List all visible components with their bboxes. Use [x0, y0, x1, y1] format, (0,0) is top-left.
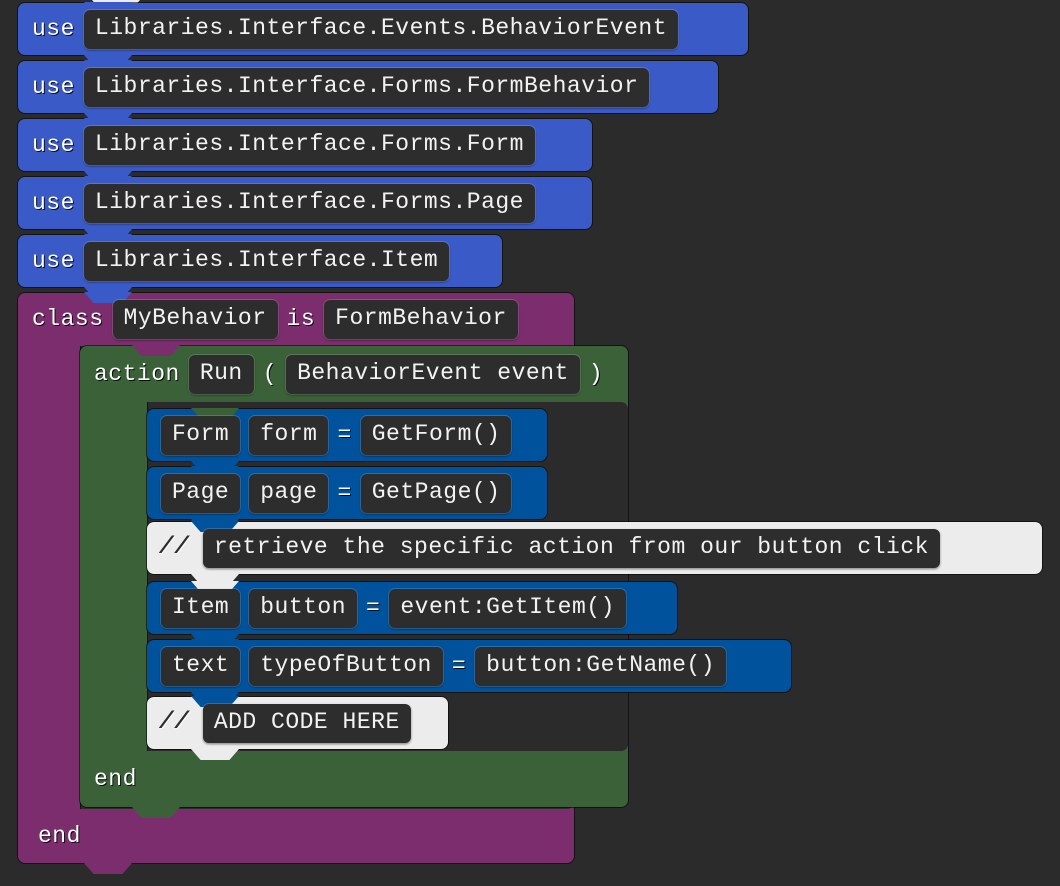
assignment-operator: =	[337, 479, 352, 506]
use-statement-block[interactable]: use Libraries.Interface.Events.BehaviorE…	[18, 2, 748, 66]
use-keyword: use	[32, 189, 75, 216]
assignment-type-field[interactable]: Page	[161, 473, 241, 513]
action-keyword: action	[94, 360, 180, 387]
assignment-expression-field[interactable]: GetForm()	[360, 415, 512, 455]
assignment-expression-field[interactable]: event:GetItem()	[389, 588, 626, 628]
comment-marker-icon: //	[159, 534, 190, 561]
assignment-variable-field[interactable]: button	[249, 588, 358, 628]
comment-block[interactable]: // retrieve the specific action from our…	[147, 521, 1042, 585]
use-statement-block[interactable]: use Libraries.Interface.Forms.FormBehavi…	[18, 60, 718, 124]
use-path-field[interactable]: Libraries.Interface.Forms.FormBehavior	[83, 67, 650, 107]
class-end-keyword: end	[38, 822, 81, 849]
action-parameters-field[interactable]: BehaviorEvent event	[286, 354, 580, 394]
assignment-expression-field[interactable]: button:GetName()	[475, 646, 727, 686]
assignment-operator: =	[366, 594, 381, 621]
class-keyword: class	[32, 306, 104, 332]
assignment-type-field[interactable]: Form	[161, 415, 241, 455]
assignment-block[interactable]: Page page = GetPage()	[147, 466, 547, 530]
assignment-block[interactable]: text typeOfButton = button:GetName()	[147, 639, 791, 703]
action-name-field[interactable]: Run	[188, 354, 254, 394]
assignment-variable-field[interactable]: page	[249, 473, 329, 513]
use-keyword: use	[32, 247, 75, 274]
comment-text-field[interactable]: ADD CODE HERE	[202, 703, 411, 743]
is-keyword: is	[286, 306, 316, 332]
comment-text-field[interactable]: retrieve the specific action from our bu…	[202, 528, 940, 568]
assignment-type-field[interactable]: text	[161, 646, 241, 686]
close-paren: )	[588, 360, 604, 387]
assignment-operator: =	[337, 421, 352, 448]
comment-block[interactable]: // ADD CODE HERE	[147, 696, 448, 760]
open-paren: (	[262, 360, 278, 387]
use-keyword: use	[32, 131, 75, 158]
assignment-operator: =	[451, 652, 467, 679]
comment-marker-icon: //	[159, 709, 190, 736]
use-path-field[interactable]: Libraries.Interface.Events.BehaviorEvent	[83, 9, 679, 49]
use-path-field[interactable]: Libraries.Interface.Item	[83, 241, 450, 281]
use-statement-block[interactable]: use Libraries.Interface.Forms.Page	[18, 176, 592, 240]
assignment-block[interactable]: Form form = GetForm()	[147, 408, 547, 472]
class-name-field[interactable]: MyBehavior	[112, 300, 278, 339]
use-statement-block[interactable]: use Libraries.Interface.Item	[18, 234, 502, 298]
use-statement-block[interactable]: use Libraries.Interface.Forms.Form	[18, 118, 592, 182]
use-keyword: use	[32, 15, 75, 42]
use-path-field[interactable]: Libraries.Interface.Forms.Form	[83, 125, 535, 165]
use-keyword: use	[32, 73, 75, 100]
assignment-type-field[interactable]: Item	[161, 588, 241, 628]
class-parent-field[interactable]: FormBehavior	[324, 300, 518, 339]
assignment-block[interactable]: Item button = event:GetItem()	[147, 581, 677, 645]
assignment-variable-field[interactable]: typeOfButton	[249, 646, 443, 686]
block-editor-canvas[interactable]: use Libraries.Interface.Events.BehaviorE…	[0, 0, 1060, 886]
assignment-variable-field[interactable]: form	[249, 415, 329, 455]
use-path-field[interactable]: Libraries.Interface.Forms.Page	[83, 183, 535, 223]
action-end-keyword: end	[94, 765, 137, 792]
assignment-expression-field[interactable]: GetPage()	[360, 473, 512, 513]
